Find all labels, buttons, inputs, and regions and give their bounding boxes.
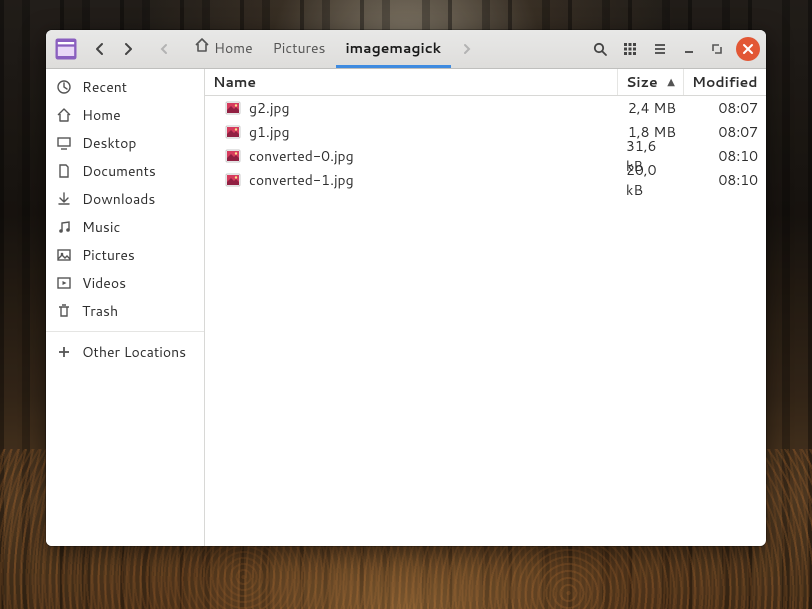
file-manager-window: Home Pictures imagemagick xyxy=(46,30,766,546)
file-name-cell: g2.jpg xyxy=(205,98,618,118)
sidebar-item-label: Other Locations xyxy=(82,342,186,362)
sidebar-item-recent[interactable]: Recent xyxy=(46,73,204,101)
file-name-cell: g1.jpg xyxy=(205,122,618,142)
music-icon xyxy=(56,219,72,235)
file-modified-cell: 08:07 xyxy=(684,122,766,142)
image-file-icon xyxy=(225,100,241,116)
column-modified-label: Modified xyxy=(692,72,758,92)
sidebar-item-videos[interactable]: Videos xyxy=(46,269,204,297)
sidebar-item-desktop[interactable]: Desktop xyxy=(46,129,204,157)
hamburger-menu-button[interactable] xyxy=(646,35,674,63)
breadcrumb-pictures-label: Pictures xyxy=(273,38,326,58)
breadcrumb-home[interactable]: Home xyxy=(184,31,263,68)
sidebar-item-trash[interactable]: Trash xyxy=(46,297,204,325)
file-name: converted-1.jpg xyxy=(249,170,354,190)
file-name: g2.jpg xyxy=(249,98,290,118)
file-modified-cell: 08:10 xyxy=(684,146,766,166)
sidebar-item-label: Recent xyxy=(82,77,127,97)
sidebar-item-label: Desktop xyxy=(82,133,136,153)
sidebar-item-documents[interactable]: Documents xyxy=(46,157,204,185)
desktop-icon xyxy=(56,135,72,151)
file-list: Name Size ▲ Modified g2.jpg 2,4 MB08:07 g1… xyxy=(205,69,766,546)
image-file-icon xyxy=(225,148,241,164)
sidebar-item-pictures[interactable]: Pictures xyxy=(46,241,204,269)
breadcrumb: Home Pictures imagemagick xyxy=(184,30,451,68)
file-modified-cell: 08:10 xyxy=(684,170,766,190)
file-row[interactable]: g2.jpg 2,4 MB08:07 xyxy=(205,96,766,120)
home-icon xyxy=(194,37,210,58)
column-size[interactable]: Size ▲ xyxy=(618,69,684,95)
breadcrumb-pictures[interactable]: Pictures xyxy=(263,31,336,68)
documents-icon xyxy=(56,163,72,179)
forward-button[interactable] xyxy=(114,35,142,63)
sidebar-item-label: Music xyxy=(82,217,120,237)
sidebar-item-label: Pictures xyxy=(82,245,135,265)
file-row[interactable]: converted-1.jpg20,0 kB08:10 xyxy=(205,168,766,192)
minimize-button[interactable] xyxy=(676,36,702,62)
sidebar-item-downloads[interactable]: Downloads xyxy=(46,185,204,213)
sidebar-item-label: Trash xyxy=(82,301,118,321)
plus-icon xyxy=(56,344,72,360)
file-name: g1.jpg xyxy=(249,122,290,142)
nav-group xyxy=(86,35,142,63)
sidebar-item-home[interactable]: Home xyxy=(46,101,204,129)
path-next-button[interactable] xyxy=(453,35,481,63)
headerbar: Home Pictures imagemagick xyxy=(46,30,766,69)
pictures-icon xyxy=(56,247,72,263)
home-icon xyxy=(56,107,72,123)
sidebar: Recent Home Desktop Documents Downloads … xyxy=(46,69,205,546)
trash-icon xyxy=(56,303,72,319)
column-size-label: Size xyxy=(626,72,658,92)
app-files-icon xyxy=(52,35,80,63)
view-grid-button[interactable] xyxy=(616,35,644,63)
image-file-icon xyxy=(225,172,241,188)
file-size-cell: 20,0 kB xyxy=(618,160,684,200)
column-name-label: Name xyxy=(213,72,256,92)
file-name: converted-0.jpg xyxy=(249,146,354,166)
file-name-cell: converted-0.jpg xyxy=(205,146,618,166)
sidebar-separator xyxy=(46,331,204,332)
file-modified-cell: 08:07 xyxy=(684,98,766,118)
image-file-icon xyxy=(225,124,241,140)
file-name-cell: converted-1.jpg xyxy=(205,170,618,190)
search-button[interactable] xyxy=(586,35,614,63)
breadcrumb-home-label: Home xyxy=(214,38,253,58)
downloads-icon xyxy=(56,191,72,207)
sidebar-item-music[interactable]: Music xyxy=(46,213,204,241)
file-size-cell: 2,4 MB xyxy=(618,98,684,118)
column-name[interactable]: Name xyxy=(205,69,618,95)
videos-icon xyxy=(56,275,72,291)
column-modified[interactable]: Modified xyxy=(684,69,766,95)
window-body: Recent Home Desktop Documents Downloads … xyxy=(46,69,766,546)
breadcrumb-current-label: imagemagick xyxy=(346,38,442,58)
maximize-button[interactable] xyxy=(704,36,730,62)
back-button[interactable] xyxy=(86,35,114,63)
column-headers: Name Size ▲ Modified xyxy=(205,69,766,96)
sidebar-item-other-locations[interactable]: Other Locations xyxy=(46,338,204,366)
close-button[interactable] xyxy=(736,37,760,61)
clock-icon xyxy=(56,79,72,95)
sidebar-item-label: Documents xyxy=(82,161,156,181)
path-prev-button[interactable] xyxy=(150,35,178,63)
sidebar-item-label: Downloads xyxy=(82,189,155,209)
file-rows: g2.jpg2,4 MB08:07g1.jpg1,8 MB08:07conver… xyxy=(205,96,766,546)
sort-asc-icon: ▲ xyxy=(667,75,675,89)
breadcrumb-current[interactable]: imagemagick xyxy=(336,31,452,68)
sidebar-item-label: Home xyxy=(82,105,121,125)
sidebar-item-label: Videos xyxy=(82,273,126,293)
